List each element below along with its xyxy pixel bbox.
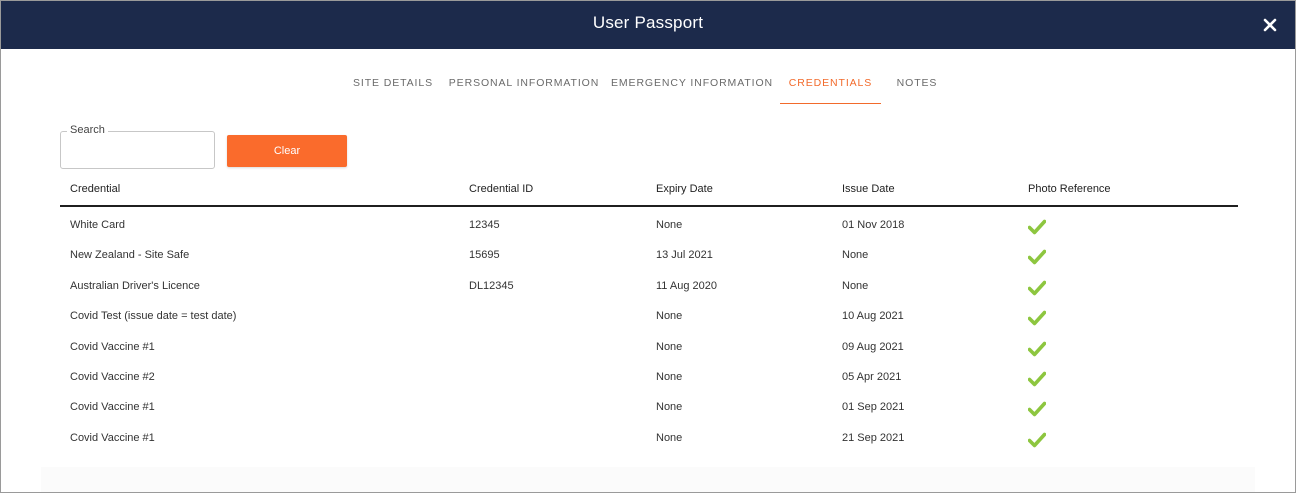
column-header-expiry-date[interactable]: Expiry Date — [656, 183, 713, 195]
table-row[interactable]: Covid Test (issue date = test date) None 1… — [60, 298, 1238, 328]
expiry-date-cell: None — [656, 340, 683, 353]
modal-title: User Passport — [592, 13, 704, 32]
check-icon[interactable] — [1027, 249, 1047, 265]
table-row[interactable]: Australian Driver's Licence DL12345 11 Aug… — [60, 268, 1238, 298]
credential-cell: New Zealand - Site Safe — [70, 249, 190, 262]
table-row[interactable]: Covid Vaccine #1 None 09 Aug 2021 — [60, 329, 1238, 359]
table-header: Credential Credential ID Expiry Date Iss… — [60, 173, 1238, 207]
issue-date-cell: 21 Sep 2021 — [842, 431, 905, 444]
expiry-date-cell: None — [656, 401, 683, 414]
credential-id-cell: DL12345 — [469, 279, 514, 292]
check-icon[interactable] — [1027, 310, 1047, 326]
expiry-date-cell: None — [656, 431, 683, 444]
table-row[interactable]: New Zealand - Site Safe 15695 13 Jul 2021 N… — [60, 237, 1238, 267]
credential-cell: Covid Vaccine #1 — [70, 431, 155, 444]
search-label: Search — [67, 124, 108, 136]
table-row[interactable]: Covid Vaccine #2 None 05 Apr 2021 — [60, 359, 1238, 389]
search-input[interactable] — [61, 141, 211, 165]
tab-bar: SITE DETAILS PERSONAL INFORMATION EMERGE… — [1, 67, 1295, 105]
credential-id-cell: 15695 — [469, 249, 500, 262]
table-row[interactable]: White Card 12345 None 01 Nov 2018 — [60, 207, 1238, 237]
user-passport-modal: User Passport SITE DETAILS PERSONAL INFO… — [0, 0, 1296, 493]
issue-date-cell: None — [842, 249, 869, 262]
check-icon[interactable] — [1027, 401, 1047, 417]
credential-cell: Australian Driver's Licence — [70, 279, 200, 292]
column-header-credential-id[interactable]: Credential ID — [469, 183, 533, 195]
close-icon — [1263, 18, 1277, 32]
expiry-date-cell: None — [656, 219, 683, 231]
issue-date-cell: 01 Nov 2018 — [842, 219, 905, 231]
check-icon[interactable] — [1027, 432, 1047, 448]
issue-date-cell: 05 Apr 2021 — [842, 370, 902, 383]
expiry-date-cell: 11 Aug 2020 — [656, 279, 717, 292]
credential-id-cell: 12345 — [469, 219, 500, 231]
tab-credentials[interactable]: CREDENTIALS — [780, 67, 881, 104]
close-button[interactable] — [1259, 14, 1281, 36]
credential-cell: Covid Test (issue date = test date) — [70, 310, 237, 323]
credential-cell: White Card — [70, 219, 126, 231]
table-row[interactable]: Covid Vaccine #1 None 01 Sep 2021 — [60, 389, 1238, 419]
tab-personal-information[interactable]: PERSONAL INFORMATION — [447, 67, 601, 103]
credentials-table: Credential Credential ID Expiry Date Iss… — [60, 173, 1238, 450]
tab-site-details[interactable]: SITE DETAILS — [347, 67, 439, 103]
tab-notes[interactable]: NOTES — [889, 67, 945, 103]
credential-cell: Covid Vaccine #1 — [70, 340, 155, 353]
modal-footer-area — [41, 467, 1255, 492]
check-icon[interactable] — [1027, 219, 1047, 235]
table-row[interactable]: Covid Vaccine #1 None 21 Sep 2021 — [60, 420, 1238, 450]
clear-button[interactable]: Clear — [227, 135, 347, 167]
credential-cell: Covid Vaccine #1 — [70, 401, 155, 414]
column-header-credential[interactable]: Credential — [70, 183, 120, 195]
check-icon[interactable] — [1027, 341, 1047, 357]
column-header-photo-reference[interactable]: Photo Reference — [1028, 183, 1111, 195]
expiry-date-cell: None — [656, 370, 683, 383]
check-icon[interactable] — [1027, 280, 1047, 296]
check-icon[interactable] — [1027, 371, 1047, 387]
expiry-date-cell: None — [656, 310, 683, 323]
expiry-date-cell: 13 Jul 2021 — [656, 249, 713, 262]
column-header-issue-date[interactable]: Issue Date — [842, 183, 895, 195]
modal-header: User Passport — [1, 1, 1295, 49]
credential-cell: Covid Vaccine #2 — [70, 370, 155, 383]
table-body: White Card 12345 None 01 Nov 2018 New Zealan… — [60, 207, 1238, 450]
tab-emergency-information[interactable]: EMERGENCY INFORMATION — [609, 67, 775, 103]
issue-date-cell: 10 Aug 2021 — [842, 310, 904, 323]
issue-date-cell: None — [842, 279, 869, 292]
issue-date-cell: 09 Aug 2021 — [842, 340, 904, 353]
issue-date-cell: 01 Sep 2021 — [842, 401, 905, 414]
